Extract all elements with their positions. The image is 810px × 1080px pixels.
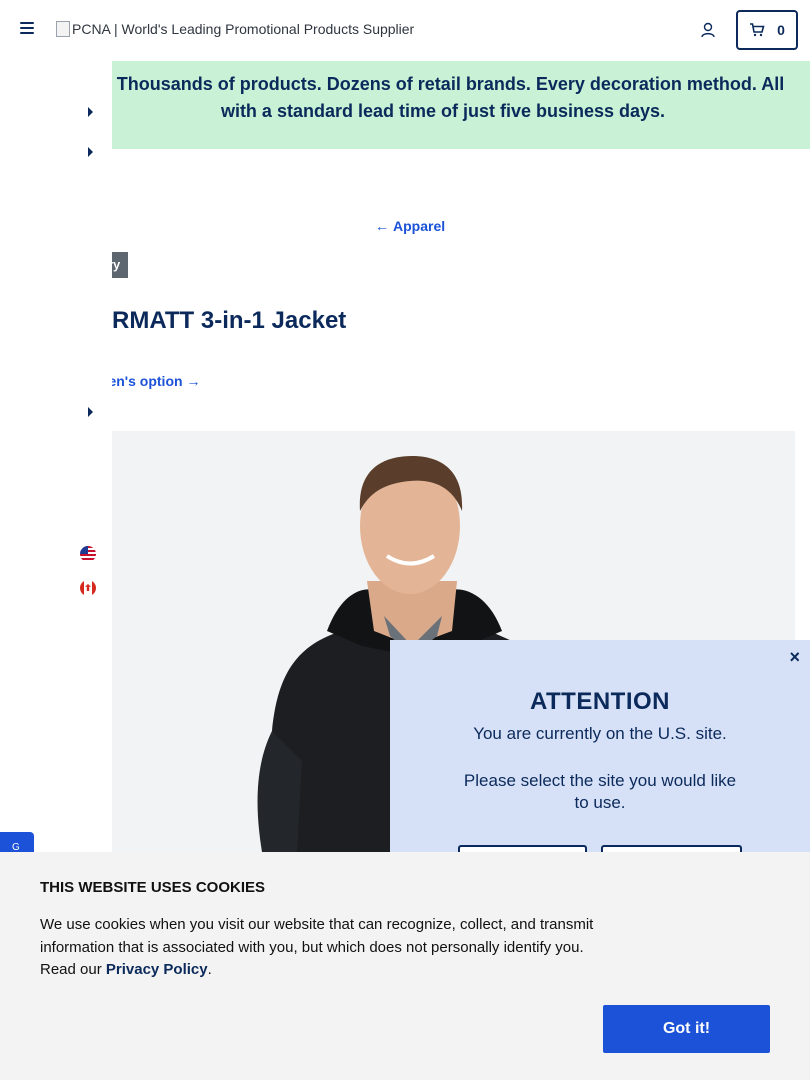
promo-banner-text: y Thousands of products. Dozens of retai…: [101, 74, 785, 121]
back-link-label: Apparel: [393, 218, 446, 234]
broken-image-icon: [56, 21, 70, 37]
promo-banner: y Thousands of products. Dozens of retai…: [0, 61, 810, 149]
site-selection-modal: × ATTENTION You are currently on the U.S…: [390, 640, 810, 855]
product-title: ERMATT 3-in-1 Jacket: [96, 307, 347, 334]
modal-current-site-text: You are currently on the U.S. site.: [473, 724, 727, 743]
back-to-category-link[interactable]: ← Apparel: [375, 218, 445, 234]
cookie-body-suffix: .: [207, 961, 212, 978]
cart-button[interactable]: 0: [736, 10, 798, 50]
cookie-body: We use cookies when you visit our websit…: [40, 914, 600, 982]
cookie-banner: THIS WEBSITE USES COOKIES We use cookies…: [0, 852, 810, 1080]
arrow-right-icon: →: [186, 373, 201, 389]
modal-select-site-text: Please select the site you would like to…: [463, 771, 737, 812]
caret-right-icon[interactable]: [88, 407, 93, 417]
cart-count: 0: [777, 22, 785, 38]
close-icon[interactable]: ×: [789, 648, 800, 666]
accept-cookies-button[interactable]: Got it!: [603, 1005, 770, 1053]
us-flag-icon[interactable]: [80, 546, 96, 562]
arrow-left-icon: ←: [375, 218, 389, 234]
site-header: PCNA | World's Leading Promotional Produ…: [0, 0, 810, 61]
canada-flag-icon[interactable]: [80, 580, 96, 596]
logo-alt-text: PCNA | World's Leading Promotional Produ…: [72, 21, 415, 37]
caret-right-icon[interactable]: [88, 107, 93, 117]
caret-right-icon[interactable]: [88, 147, 93, 157]
hamburger-menu-icon[interactable]: [20, 22, 36, 36]
site-logo[interactable]: PCNA | World's Leading Promotional Produ…: [56, 21, 414, 37]
modal-heading: ATTENTION: [529, 688, 671, 715]
cart-icon: [750, 23, 765, 37]
privacy-policy-link[interactable]: Privacy Policy: [106, 961, 208, 978]
side-nav-panel: [0, 61, 112, 852]
account-icon[interactable]: [699, 21, 717, 39]
cookie-heading: THIS WEBSITE USES COOKIES: [40, 879, 266, 896]
